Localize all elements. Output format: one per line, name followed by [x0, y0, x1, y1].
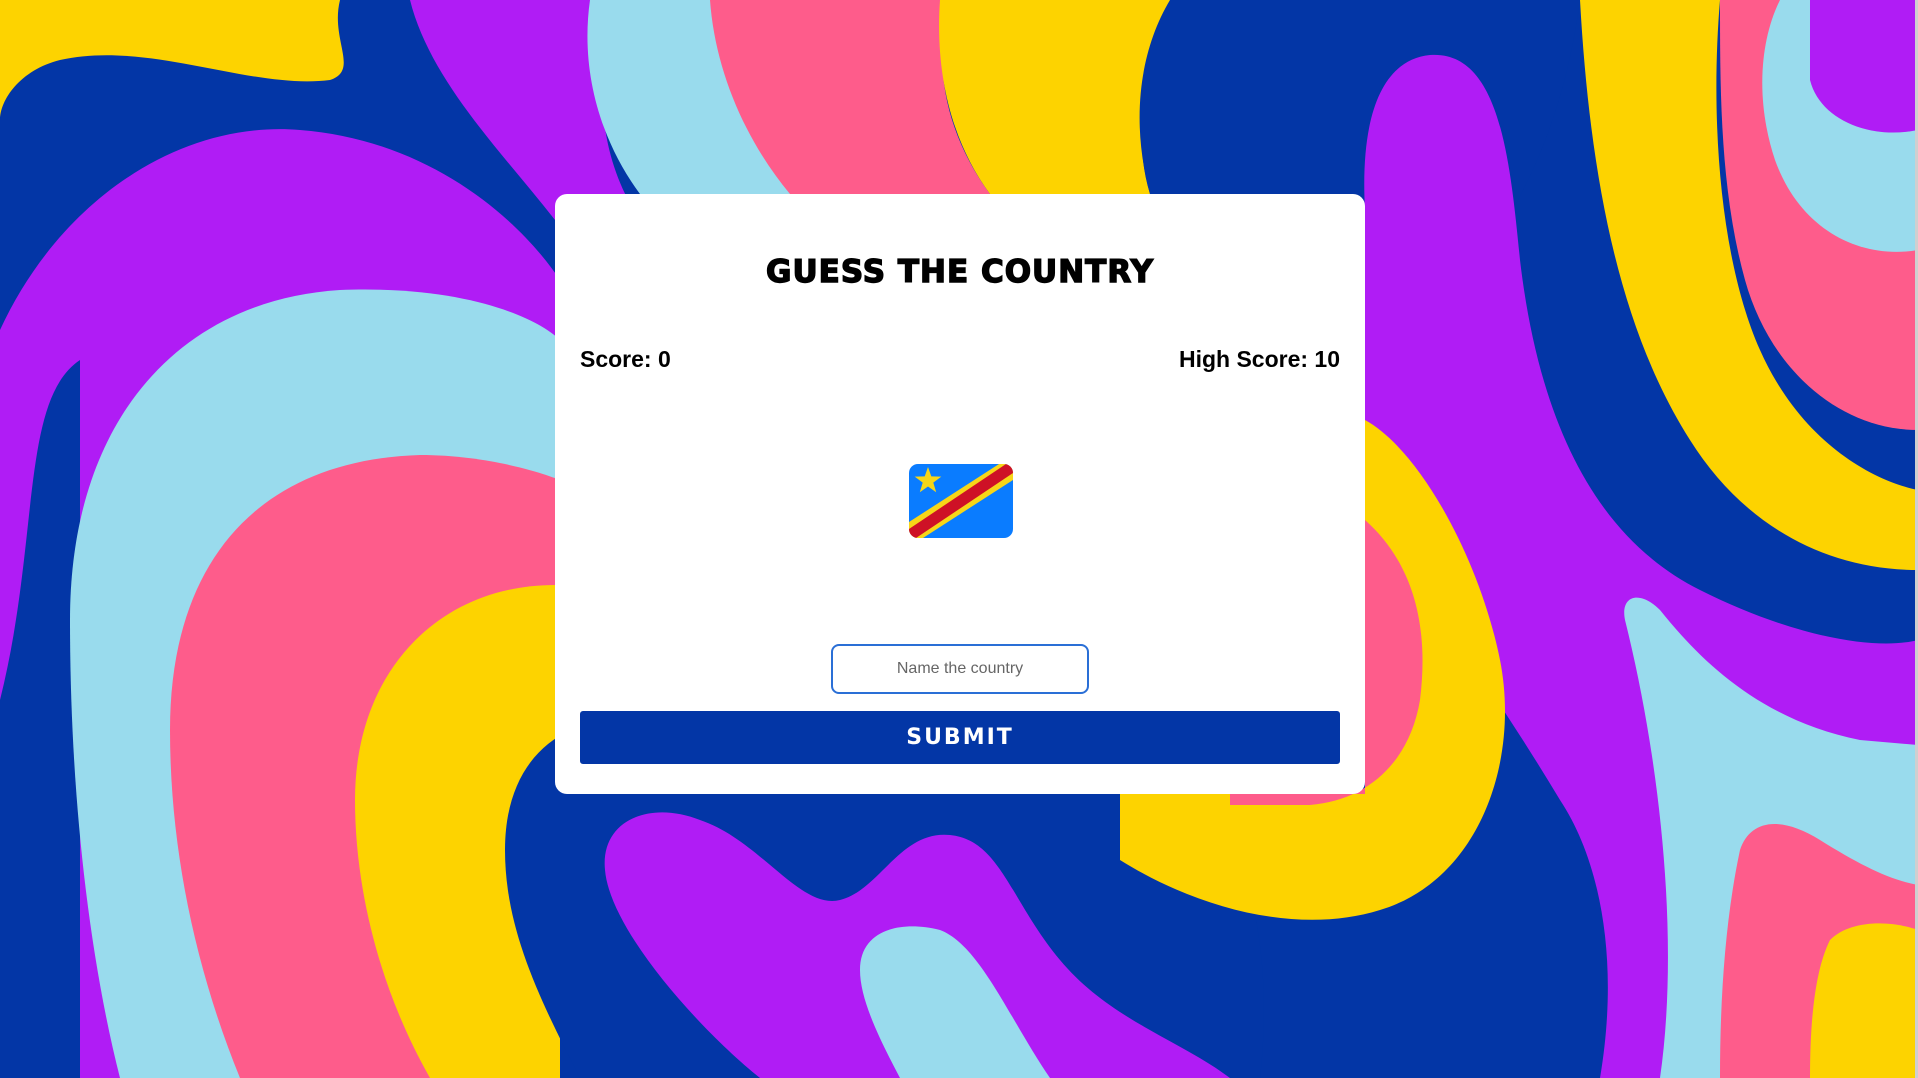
score-bar: Score: 0 High Score: 10 [580, 346, 1340, 373]
high-score: High Score: 10 [1178, 346, 1340, 372]
country-name-input[interactable] [831, 644, 1089, 694]
game-card: GUESS THE COUNTRY Score: 0 High Score: 1… [555, 194, 1365, 794]
submit-button[interactable]: SUBMIT [580, 711, 1340, 764]
flag-dr-congo-icon [909, 464, 1013, 538]
current-score: Score: 0 [580, 346, 671, 372]
game-title: GUESS THE COUNTRY [765, 253, 1154, 290]
